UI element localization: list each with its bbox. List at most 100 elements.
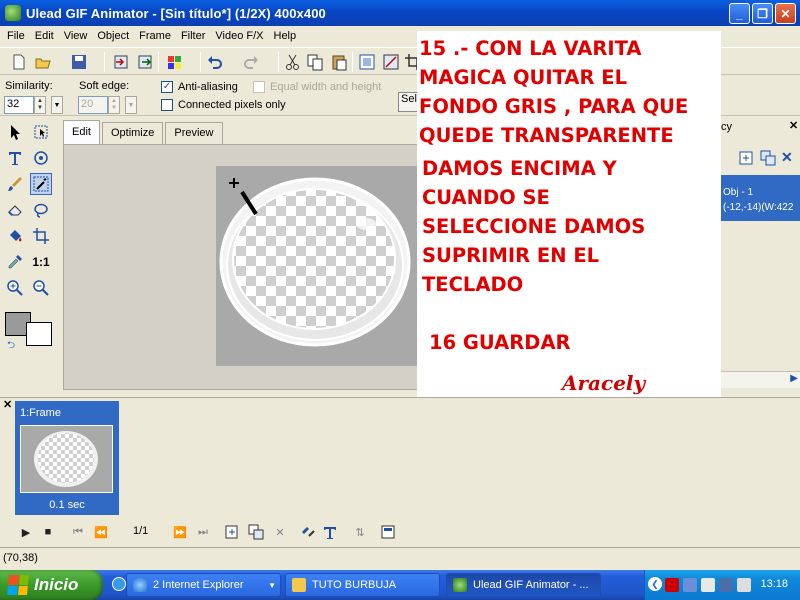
anti-aliasing-checkbox[interactable]: ✓ <box>161 81 173 93</box>
lasso-tool-icon[interactable] <box>30 199 52 221</box>
menu-edit[interactable]: Edit <box>30 30 59 42</box>
paint-bucket-tool-icon[interactable] <box>4 225 26 247</box>
menu-frame[interactable]: Frame <box>134 30 176 42</box>
first-frame-icon[interactable]: ⏮ <box>70 524 86 540</box>
similarity-spinner[interactable]: ▲ ▼ <box>34 96 46 114</box>
pointer-tool-icon[interactable] <box>4 121 26 143</box>
volume-icon[interactable] <box>737 578 751 592</box>
similarity-input[interactable]: 32 <box>4 96 34 114</box>
close-button[interactable]: ✕ <box>775 3 796 24</box>
background-color-swatch[interactable] <box>26 322 52 346</box>
text-banner-icon[interactable] <box>322 524 338 540</box>
tab-edit[interactable]: Edit <box>63 120 100 144</box>
tab-optimize[interactable]: Optimize <box>101 122 164 144</box>
similarity-dropdown-icon[interactable]: ▼ <box>51 96 63 114</box>
scroll-right-icon[interactable]: ▶ <box>790 373 798 384</box>
tray-expand-icon[interactable]: ❮ <box>648 577 662 591</box>
system-tray: ❮ 13:18 <box>644 570 800 600</box>
transform-tool-icon[interactable] <box>30 147 52 169</box>
tween-icon[interactable] <box>300 524 316 540</box>
redo-icon[interactable] <box>242 53 260 71</box>
start-label: Inicio <box>34 575 79 594</box>
image-size-icon[interactable] <box>382 53 400 71</box>
canvas-size-icon[interactable] <box>358 53 376 71</box>
eraser-tool-icon[interactable] <box>4 199 26 221</box>
copy-icon[interactable] <box>306 53 324 71</box>
open-file-icon[interactable] <box>34 53 52 71</box>
object-list-item[interactable]: Obj - 1 (-12,-14)(W:422 <box>721 175 800 221</box>
marquee-tool-icon[interactable] <box>30 121 52 143</box>
taskbar-item-label: Ulead GIF Animator - ... <box>473 579 589 591</box>
crop-tool-icon[interactable] <box>30 225 52 247</box>
network-icon[interactable] <box>719 578 733 592</box>
last-frame-icon[interactable]: ⏭ <box>195 524 211 540</box>
menu-filter[interactable]: Filter <box>176 30 210 42</box>
taskbar-item-ulead[interactable]: Ulead GIF Animator - ... <box>446 573 601 597</box>
soft-edge-input[interactable]: 20 <box>78 96 108 114</box>
new-object-icon[interactable] <box>737 149 755 167</box>
connected-pixels-checkbox[interactable] <box>161 99 173 111</box>
delete-object-icon[interactable]: ✕ <box>781 149 799 167</box>
frame-delay[interactable]: 0.1 sec <box>15 499 119 511</box>
taskbar-item-tuto-burbuja[interactable]: TUTO BURBUJA <box>285 573 440 597</box>
stop-icon[interactable]: ■ <box>40 524 56 540</box>
add-frame-icon[interactable] <box>224 524 240 540</box>
frame-label: 1:Frame <box>20 407 61 419</box>
soft-edge-spinner[interactable]: ▲ ▼ <box>108 96 120 114</box>
new-file-icon[interactable] <box>10 53 28 71</box>
windows-logo-icon <box>6 575 30 595</box>
play-icon[interactable]: ▶ <box>18 524 34 540</box>
messenger-icon[interactable] <box>683 578 697 592</box>
frame-thumbnail[interactable]: 1:Frame 0.1 sec <box>15 401 119 515</box>
maximize-button[interactable]: ❐ <box>752 3 773 24</box>
connected-pixels-label: Connected pixels only <box>178 99 286 111</box>
duplicate-frame-icon[interactable] <box>248 524 264 540</box>
zoom-out-icon[interactable] <box>30 277 52 299</box>
import-icon[interactable] <box>112 53 130 71</box>
reverse-frames-icon[interactable]: ⇅ <box>352 524 368 540</box>
menu-file[interactable]: File <box>2 30 30 42</box>
duplicate-object-icon[interactable] <box>759 149 777 167</box>
delete-frame-icon[interactable]: ✕ <box>272 524 288 540</box>
zoom-in-icon[interactable] <box>4 277 26 299</box>
object-geometry: (-12,-14)(W:422 <box>723 202 794 213</box>
menu-object[interactable]: Object <box>92 30 134 42</box>
minimize-button[interactable]: _ <box>729 3 750 24</box>
paste-icon[interactable] <box>330 53 348 71</box>
magic-wand-tool-icon[interactable] <box>30 173 52 195</box>
frame-panel-close-icon[interactable]: ✕ <box>3 398 12 411</box>
menu-view[interactable]: View <box>59 30 93 42</box>
cut-icon[interactable] <box>284 53 302 71</box>
taskbar-item-internet-explorer[interactable]: 2 Internet Explorer ▼ <box>126 573 281 597</box>
paintbrush-tool-icon[interactable] <box>4 173 26 195</box>
toolbar-separator <box>200 52 201 72</box>
swap-colors-icon[interactable]: ⮌ <box>7 338 15 355</box>
next-frame-icon[interactable]: ⏩ <box>172 524 188 540</box>
bluetooth-icon[interactable] <box>701 578 715 592</box>
equal-width-checkbox[interactable] <box>253 81 265 93</box>
title-bar[interactable]: Ulead GIF Animator - [Sin título*] (1/2X… <box>0 0 800 26</box>
toolbar-separator <box>158 52 159 72</box>
panel-horizontal-scrollbar[interactable]: ▶ <box>721 371 800 388</box>
start-button[interactable]: Inicio <box>0 570 103 600</box>
panel-close-icon[interactable]: ✕ <box>789 119 798 132</box>
window-title: Ulead GIF Animator - [Sin título*] (1/2X… <box>26 5 326 21</box>
ulead-app-icon[interactable] <box>5 5 21 21</box>
export-icon[interactable] <box>136 53 154 71</box>
antivirus-icon[interactable] <box>665 578 679 592</box>
frame-properties-icon[interactable] <box>380 524 396 540</box>
color-palette-icon[interactable] <box>166 53 184 71</box>
actual-size-icon[interactable]: 1:1 <box>30 251 52 273</box>
menu-help[interactable]: Help <box>269 30 302 42</box>
menu-video-fx[interactable]: Video F/X <box>210 30 268 42</box>
previous-frame-icon[interactable]: ⏪ <box>93 524 109 540</box>
quick-launch-icon[interactable] <box>112 577 126 591</box>
text-tool-icon[interactable] <box>4 147 26 169</box>
save-file-icon[interactable] <box>70 53 88 71</box>
soft-edge-dropdown-icon[interactable]: ▼ <box>125 96 137 114</box>
image-canvas[interactable] <box>216 166 426 366</box>
tab-preview[interactable]: Preview <box>165 122 223 144</box>
undo-icon[interactable] <box>206 53 224 71</box>
taskbar-clock: 13:18 <box>760 578 788 590</box>
eyedropper-tool-icon[interactable] <box>4 251 26 273</box>
